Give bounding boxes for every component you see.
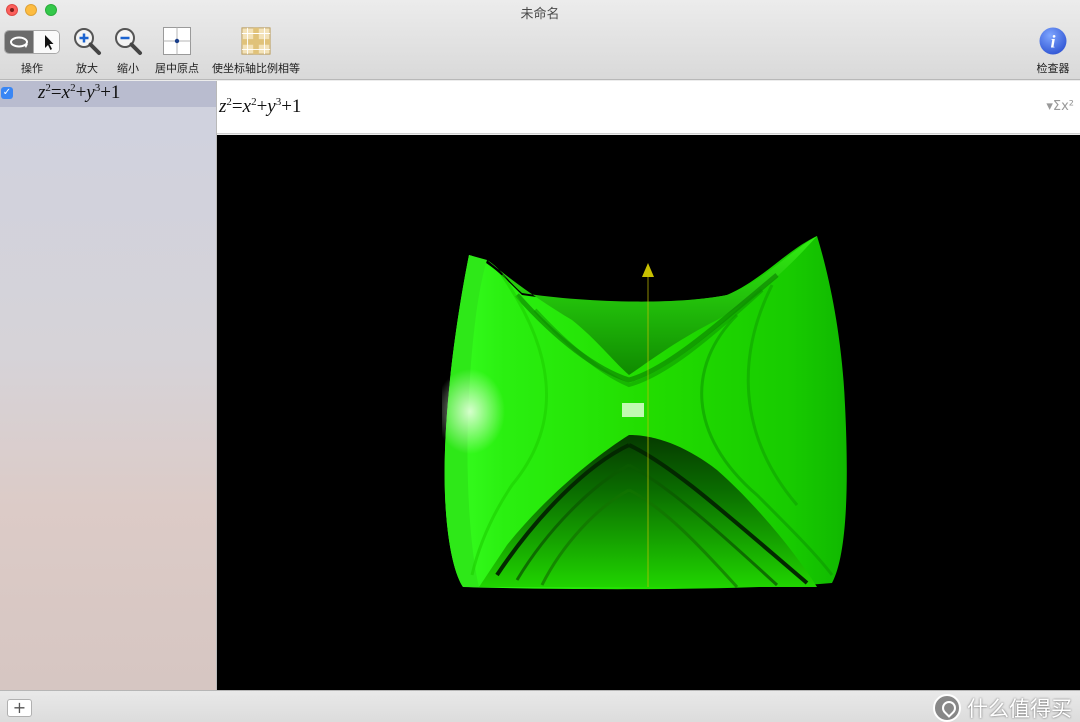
watermark: 什么值得买 [933, 693, 1072, 722]
equation-list-item[interactable]: ✓ z2=x2+y3+1 [0, 81, 216, 107]
rotate-mode-segment[interactable] [5, 31, 33, 53]
watermark-logo-icon [933, 694, 961, 722]
eq-x-var: x [61, 82, 71, 103]
rotate-icon [10, 36, 28, 48]
zoom-out-label: 缩小 [117, 62, 139, 75]
surface-mesh [442, 236, 847, 590]
center-origin-icon [163, 27, 191, 55]
z-axis-arrow-icon [642, 263, 654, 277]
ruler-grid-icon [241, 27, 271, 55]
editor-const: +1 [281, 96, 302, 117]
info-icon: i [1039, 27, 1067, 55]
eq-x-exp: 2 [70, 82, 76, 94]
inspector-button[interactable]: i 检查器 [1037, 26, 1070, 75]
toolbar: 未命名 操作 放大 缩小 居中原点 使坐标轴比例相等 i 检查器 [0, 0, 1080, 80]
equation-list-sidebar: ✓ z2=x2+y3+1 [0, 81, 217, 690]
zoom-in-label: 放大 [76, 62, 98, 75]
eq-y-var: y [86, 82, 95, 103]
equation-palette-button[interactable]: ▾Σx² [1046, 99, 1074, 114]
grapher-window: 未命名 操作 放大 缩小 居中原点 使坐标轴比例相等 i 检查器 ✓ z2=x2… [0, 0, 1080, 722]
add-equation-button[interactable]: + [7, 699, 32, 717]
editor-lhs-exp: 2 [226, 96, 232, 108]
bottom-bar: + 什么值得买 [0, 690, 1080, 722]
surface-plot[interactable] [217, 135, 1080, 690]
action-segmented-control[interactable] [4, 30, 60, 54]
arrow-cursor-icon [45, 35, 54, 50]
svg-text:i: i [1050, 32, 1055, 52]
eq-const: +1 [100, 82, 121, 103]
equation-visible-checkbox[interactable]: ✓ [1, 87, 13, 99]
editor-equation-text: z2=x2+y3+1 [219, 96, 302, 117]
equation-editor[interactable]: z2=x2+y3+1 ▾Σx² [217, 81, 1080, 134]
window-title: 未命名 [520, 7, 560, 22]
zoom-out-icon [115, 28, 142, 55]
inspector-label: 检查器 [1036, 62, 1070, 75]
zoom-in-icon [74, 28, 101, 55]
equal-axes-label: 使坐标轴比例相等 [212, 62, 300, 75]
editor-x-var: x [242, 96, 252, 117]
eq-lhs-exp: 2 [45, 82, 51, 94]
equation-text: z2=x2+y3+1 [38, 82, 121, 103]
equal-axes-button[interactable]: 使坐标轴比例相等 [212, 26, 300, 75]
graph-view[interactable] [217, 135, 1080, 690]
center-origin-button[interactable]: 居中原点 [155, 26, 199, 75]
editor-x-exp: 2 [251, 96, 257, 108]
action-label: 操作 [21, 62, 43, 75]
watermark-text: 什么值得买 [967, 697, 1072, 721]
center-origin-label: 居中原点 [155, 62, 199, 75]
pointer-mode-segment[interactable] [33, 31, 59, 53]
editor-y-var: y [267, 96, 276, 117]
zoom-out-button[interactable]: 缩小 [113, 26, 143, 75]
zoom-in-button[interactable]: 放大 [72, 26, 102, 75]
